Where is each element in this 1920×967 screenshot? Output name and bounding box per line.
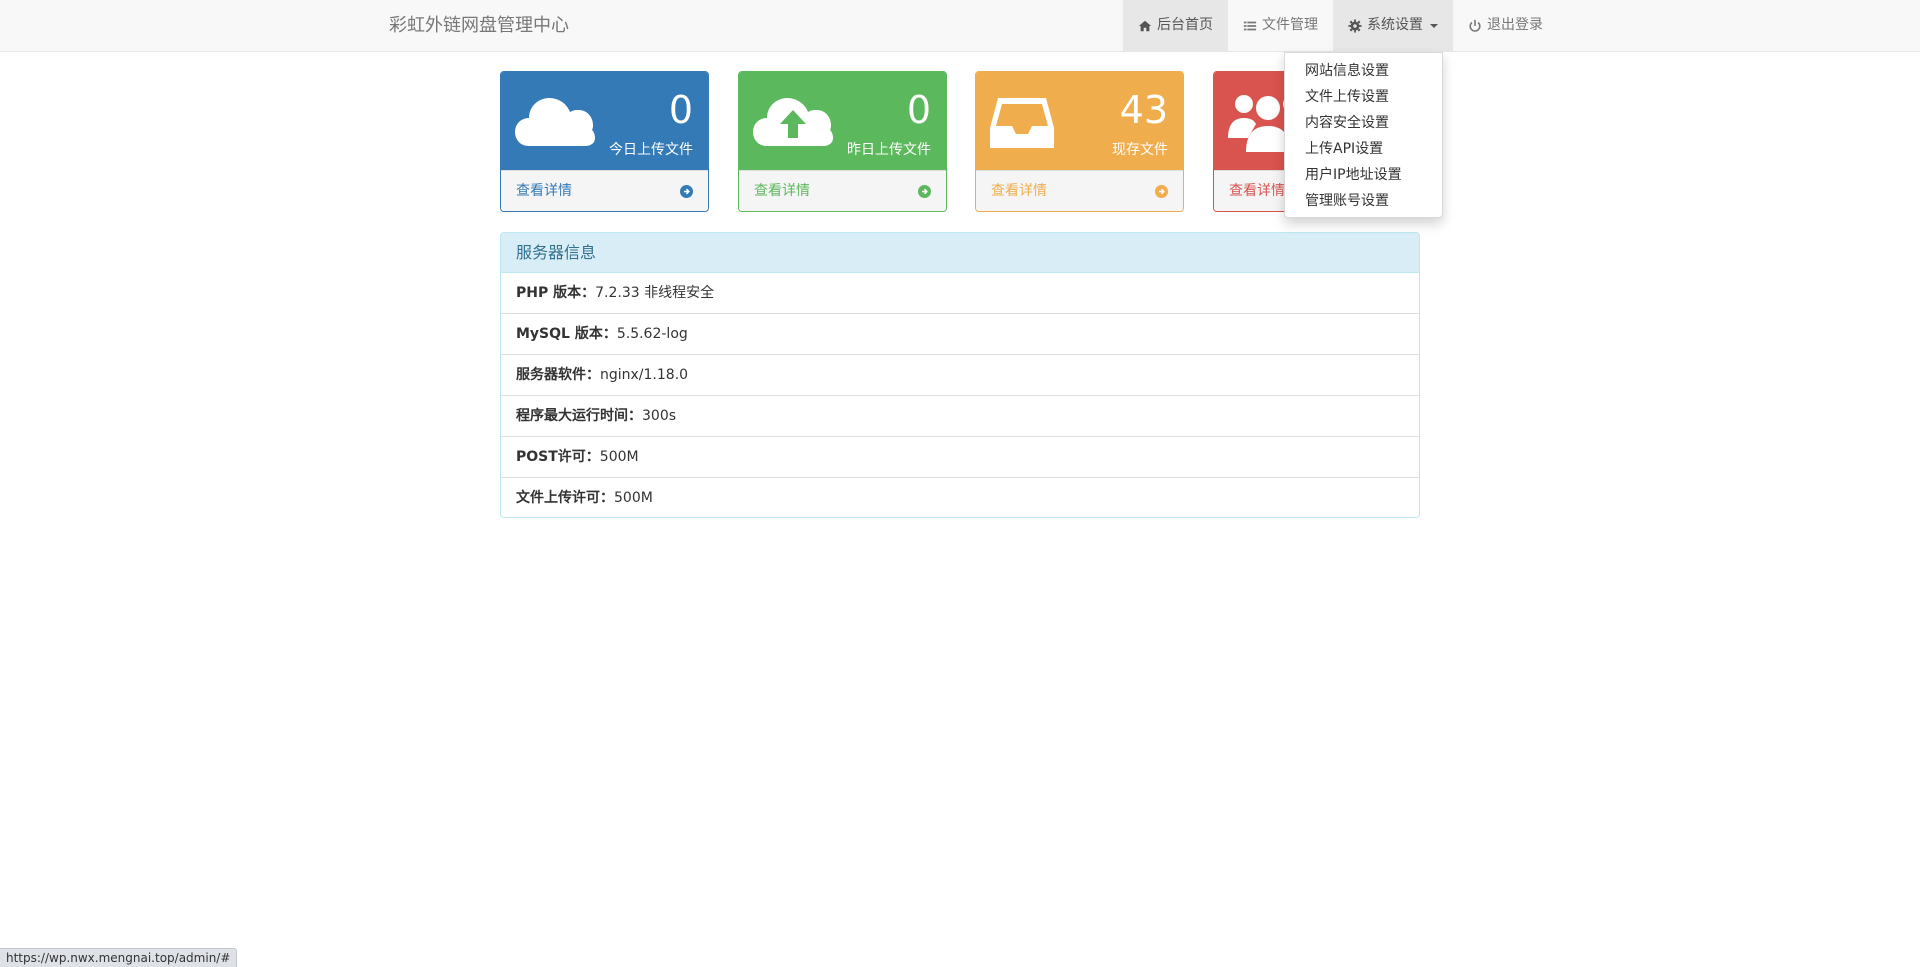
panel-heading: 0 昨日上传文件 (739, 72, 946, 170)
brand-title[interactable]: 彩虹外链网盘管理中心 (389, 0, 569, 52)
nav-item-label: 系统设置 (1367, 17, 1423, 33)
info-label: POST许可： (516, 449, 600, 465)
menu-item-site-info[interactable]: 网站信息设置 (1285, 58, 1442, 84)
arrow-circle-right-icon (918, 185, 931, 198)
panel-heading: 43 现存文件 (976, 72, 1183, 170)
link-label: 查看详情 (1229, 183, 1285, 199)
top-navbar: 彩虹外链网盘管理中心 后台首页 文件管理 系统设置 退出登录 (0, 0, 1920, 52)
panel-title: 服务器信息 (501, 233, 1419, 273)
menu-item-upload-settings[interactable]: 文件上传设置 (1285, 84, 1442, 110)
view-details-link[interactable]: 查看详情 (976, 170, 1183, 211)
info-label: 服务器软件： (516, 367, 600, 383)
view-details-link[interactable]: 查看详情 (739, 170, 946, 211)
link-label: 查看详情 (991, 183, 1047, 199)
inbox-icon (990, 98, 1054, 148)
list-item: 文件上传许可：500M (501, 478, 1419, 517)
link-label: 查看详情 (516, 183, 572, 199)
view-details-link[interactable]: 查看详情 (501, 170, 708, 211)
info-value: 300s (642, 408, 677, 424)
info-value: 500M (614, 490, 653, 506)
nav-item-label: 后台首页 (1157, 17, 1213, 33)
stat-label: 昨日上传文件 (847, 142, 931, 158)
info-label: PHP 版本： (516, 285, 596, 301)
gear-icon (1348, 18, 1362, 33)
nav-item-files[interactable]: 文件管理 (1228, 0, 1333, 51)
info-label: 程序最大运行时间： (516, 408, 642, 424)
link-status-bar: https://wp.nwx.mengnai.top/admin/# (0, 948, 238, 967)
list-item: PHP 版本：7.2.33 非线程安全 (501, 273, 1419, 314)
panel-heading: 0 今日上传文件 (501, 72, 708, 170)
list-item: POST许可：500M (501, 437, 1419, 478)
list-item: 程序最大运行时间：300s (501, 396, 1419, 437)
nav-menu: 后台首页 文件管理 系统设置 退出登录 (1123, 0, 1558, 52)
cloud-icon (515, 98, 595, 146)
stat-label: 现存文件 (1112, 142, 1168, 158)
nav-item-settings[interactable]: 系统设置 (1333, 0, 1453, 51)
list-icon (1243, 21, 1257, 30)
info-value: 5.5.62-log (616, 326, 688, 342)
info-label: MySQL 版本： (516, 326, 617, 342)
stat-value: 43 (1119, 88, 1168, 132)
arrow-circle-right-icon (680, 185, 693, 198)
nav-item-label: 文件管理 (1262, 17, 1318, 33)
settings-dropdown-menu: 网站信息设置 文件上传设置 内容安全设置 上传API设置 用户IP地址设置 管理… (1284, 52, 1443, 218)
nav-item-home[interactable]: 后台首页 (1123, 0, 1228, 51)
nav-item-label: 退出登录 (1487, 17, 1543, 33)
menu-item-admin-account[interactable]: 管理账号设置 (1285, 188, 1442, 214)
menu-item-content-security[interactable]: 内容安全设置 (1285, 110, 1442, 136)
stat-label: 今日上传文件 (609, 142, 693, 158)
cloud-upload-icon (753, 98, 833, 146)
stat-panel-yesterday-uploads: 0 昨日上传文件 查看详情 (738, 71, 947, 212)
info-value: 500M (599, 449, 639, 465)
arrow-circle-right-icon (1155, 185, 1168, 198)
nav-item-logout[interactable]: 退出登录 (1453, 0, 1558, 51)
stat-value: 0 (668, 88, 693, 132)
caret-down-icon (1430, 23, 1438, 28)
menu-item-upload-api[interactable]: 上传API设置 (1285, 136, 1442, 162)
server-info-panel: 服务器信息 PHP 版本：7.2.33 非线程安全 MySQL 版本：5.5.6… (500, 232, 1420, 518)
menu-item-user-ip[interactable]: 用户IP地址设置 (1285, 162, 1442, 188)
stat-panel-stored-files: 43 现存文件 查看详情 (975, 71, 1184, 212)
stat-panel-today-uploads: 0 今日上传文件 查看详情 (500, 71, 709, 212)
info-label: 文件上传许可： (516, 490, 614, 506)
info-value: 7.2.33 非线程安全 (595, 285, 715, 301)
stat-value: 0 (906, 88, 931, 132)
list-item: 服务器软件：nginx/1.18.0 (501, 355, 1419, 396)
power-icon (1469, 19, 1481, 32)
list-item: MySQL 版本：5.5.62-log (501, 314, 1419, 355)
info-value: nginx/1.18.0 (600, 367, 689, 383)
home-icon (1138, 20, 1152, 31)
link-label: 查看详情 (754, 183, 810, 199)
